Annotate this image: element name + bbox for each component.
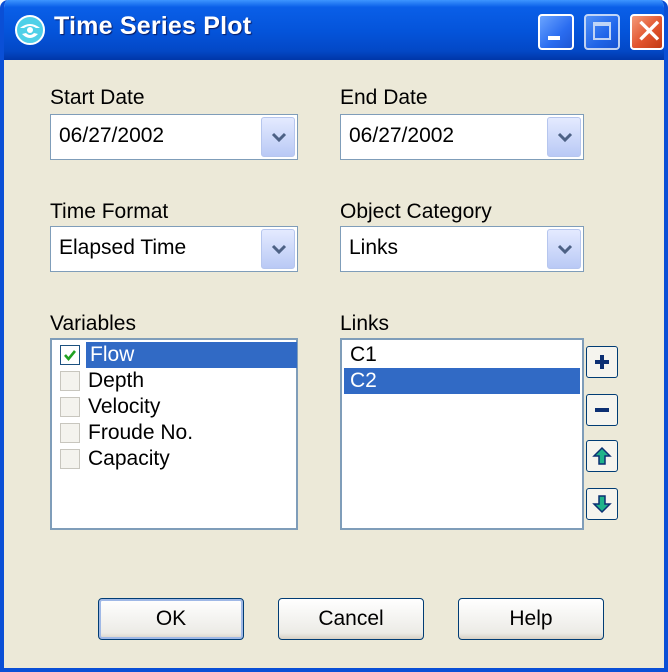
variable-item-depth[interactable]: Depth [56,368,295,394]
variable-item-froude[interactable]: Froude No. [56,420,295,446]
maximize-icon [593,22,611,40]
link-item-c2[interactable]: C2 [344,368,580,394]
plus-icon [595,355,609,369]
start-date-combo[interactable]: 06/27/2002 [50,114,298,160]
move-up-button[interactable] [586,440,618,472]
chevron-down-icon [271,244,287,255]
window-title: Time Series Plot [54,12,252,40]
end-date-combo[interactable]: 06/27/2002 [340,114,584,160]
object-category-value: Links [349,236,399,259]
object-category-combo[interactable]: Links [340,226,584,272]
title-bar[interactable]: Time Series Plot ✕ [4,0,664,60]
froude-checkbox[interactable] [60,423,80,443]
app-icon [15,15,45,45]
minus-icon [595,408,609,412]
chevron-down-icon [557,132,573,143]
variable-label: Velocity [88,395,161,418]
links-label: Links [340,312,390,335]
start-date-label: Start Date [50,86,145,109]
capacity-checkbox[interactable] [60,449,80,469]
end-date-label: End Date [340,86,428,109]
minimize-icon [548,36,560,40]
link-item-c1[interactable]: C1 [344,342,580,368]
ok-button[interactable]: OK [98,598,244,640]
maximize-button[interactable] [584,14,620,50]
minimize-button[interactable] [538,14,574,50]
variables-listbox[interactable]: Flow Depth Velocity Froude No. Capacity [50,338,298,530]
start-date-value: 06/27/2002 [59,124,165,147]
variable-label: Flow [86,342,297,368]
variables-label: Variables [50,312,136,335]
variable-item-flow[interactable]: Flow [56,342,297,368]
arrow-up-icon [592,446,612,465]
variable-item-velocity[interactable]: Velocity [56,394,295,420]
variable-label: Froude No. [88,421,194,444]
object-category-dropdown-button[interactable] [547,229,581,269]
object-category-label: Object Category [340,200,492,223]
flow-checkbox[interactable] [60,345,80,365]
move-down-button[interactable] [586,488,618,520]
chevron-down-icon [271,132,287,143]
chevron-down-icon [557,244,573,255]
time-format-dropdown-button[interactable] [261,229,295,269]
variable-label: Capacity [88,447,170,470]
time-format-combo[interactable]: Elapsed Time [50,226,298,272]
start-date-dropdown-button[interactable] [261,117,295,157]
end-date-dropdown-button[interactable] [547,117,581,157]
variable-label: Depth [88,369,145,392]
depth-checkbox[interactable] [60,371,80,391]
variable-item-capacity[interactable]: Capacity [56,446,295,472]
dialog-window: Time Series Plot ✕ Start Date 06/27/2002… [0,0,668,672]
help-button[interactable]: Help [458,598,604,640]
links-listbox[interactable]: C1 C2 [340,338,584,530]
close-button[interactable]: ✕ [630,12,664,52]
add-link-button[interactable] [586,346,618,378]
time-format-value: Elapsed Time [59,236,187,259]
checkmark-icon [64,350,77,362]
close-icon: ✕ [635,12,664,52]
time-format-label: Time Format [50,200,169,223]
cancel-button[interactable]: Cancel [278,598,424,640]
velocity-checkbox[interactable] [60,397,80,417]
arrow-down-icon [592,495,612,514]
remove-link-button[interactable] [586,394,618,426]
end-date-value: 06/27/2002 [349,124,455,147]
